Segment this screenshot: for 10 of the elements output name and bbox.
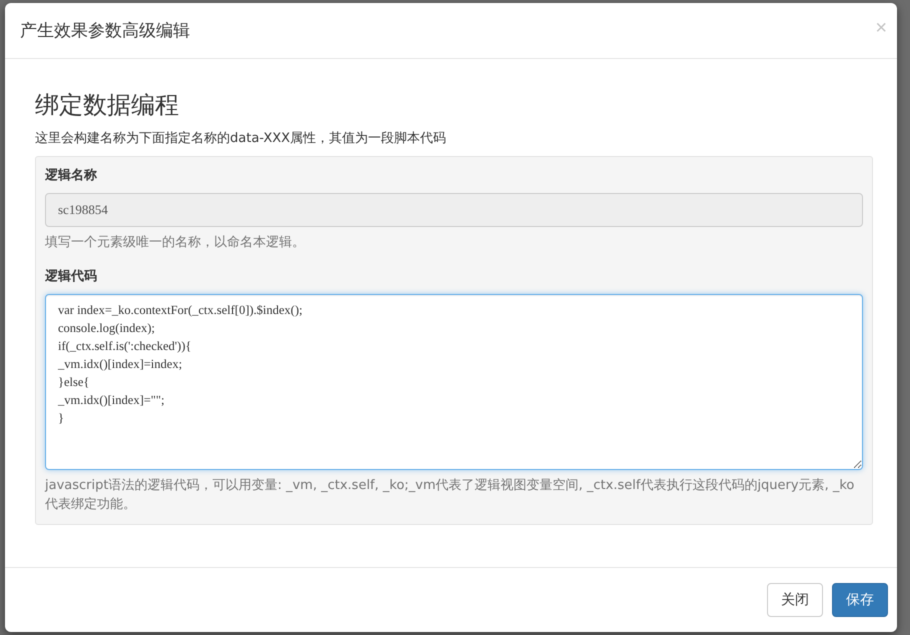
section-description: 这里会构建名称为下面指定名称的data-XXX属性，其值为一段脚本代码 xyxy=(35,130,448,147)
field-label: 逻辑代码 xyxy=(45,268,98,285)
close-dialog-button[interactable]: 关闭 xyxy=(767,583,823,617)
help-text: javascript语法的逻辑代码，可以用变量: _vm, _ctx.self, _ko;_vm代表了逻辑视图变量空间, _ctx.self代表执行这段代码的jquery元素, _ko代表绑定功能。 xyxy=(45,477,856,514)
dialog-title: 产生效果参数高级编辑 xyxy=(20,20,190,42)
help-text: 填写一个元素级唯一的名称，以命名本逻辑。 xyxy=(45,234,306,252)
save-button[interactable]: 保存 xyxy=(832,583,888,617)
field-label: 逻辑名称 xyxy=(45,167,98,184)
code-field[interactable]: var index=_ko.contextFor(_ctx.self[0]).$index(); console.log(index); if(_ctx.self.is(':checked')){ _vm.idx()[index]=index; }else{ _vm.idx()[index]=""; } xyxy=(45,294,863,470)
section-heading: 绑定数据编程 xyxy=(35,90,180,121)
